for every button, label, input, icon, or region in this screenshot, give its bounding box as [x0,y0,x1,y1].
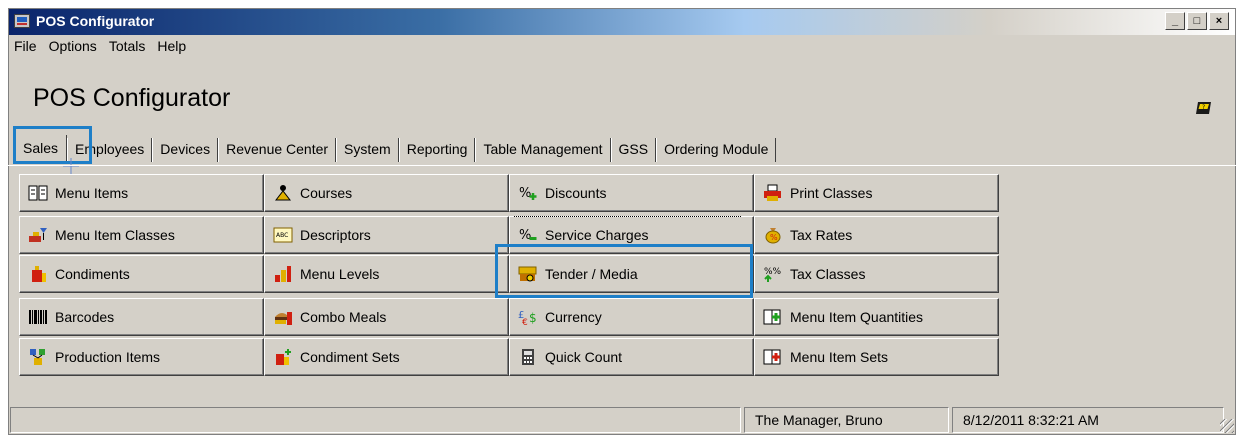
button-label: Combo Meals [300,309,387,325]
tax-classes-button[interactable]: %% Tax Classes [754,255,999,293]
title-bar[interactable]: POS Configurator _ □ × [9,9,1235,35]
tab-strip: Sales Employees Devices Revenue Center S… [14,134,777,162]
tax-classes-icon: %% [763,264,783,284]
menu-item-classes-button[interactable]: Menu Item Classes [19,216,264,254]
status-datetime: 8/12/2011 8:32:21 AM [952,407,1224,433]
svg-text:%%: %% [764,267,782,277]
tab-reporting[interactable]: Reporting [398,138,476,162]
abc-icon: ABC [273,225,293,245]
button-label: Menu Item Sets [790,349,889,365]
currency-icon: £ € $ [518,307,538,327]
condiment-sets-button[interactable]: Condiment Sets [264,338,509,376]
svg-text:%: % [770,233,778,242]
courses-icon [273,183,293,203]
button-label: Menu Item Quantities [790,309,924,325]
barcodes-button[interactable]: Barcodes [19,298,264,336]
calculator-icon [518,347,538,367]
button-label: Condiments [55,266,130,282]
svg-text:€: € [522,318,528,326]
status-bar: The Manager, Bruno 8/12/2011 8:32:21 AM [8,405,1236,435]
sales-tab-highlight [13,126,92,164]
print-classes-button[interactable]: Print Classes [754,174,999,212]
menu-items-button[interactable]: Menu Items [19,174,264,212]
menu-sets-icon [763,347,783,367]
tax-rates-button[interactable]: % Tax Rates [754,216,999,254]
svg-text:%: % [519,186,531,201]
button-label: Menu Items [55,185,129,201]
printer-icon [763,183,783,203]
window-title: POS Configurator [36,13,155,29]
menu-item-quantities-button[interactable]: Menu Item Quantities [754,298,999,336]
condiment-bottle-icon [28,264,48,284]
discounts-button[interactable]: % Discounts [509,174,754,212]
svg-text:$: $ [529,311,537,325]
button-label: Service Charges [545,227,649,243]
glass-blocks-icon [28,225,48,245]
menu-levels-button[interactable]: Menu Levels [264,255,509,293]
button-label: Menu Levels [300,266,380,282]
currency-button[interactable]: £ € $ Currency [509,298,754,336]
status-user: The Manager, Bruno [744,407,949,433]
svg-text:?: ? [1202,104,1205,111]
button-label: Courses [300,185,353,201]
barcode-icon [28,307,48,327]
menu-totals[interactable]: Totals [104,38,153,54]
button-label: Tax Rates [790,227,853,243]
tab-system[interactable]: System [336,138,399,162]
button-label: Condiment Sets [300,349,400,365]
menu-item-sets-button[interactable]: Menu Item Sets [754,338,999,376]
courses-button[interactable]: Courses [264,174,509,212]
resize-grip-icon[interactable] [1220,419,1234,433]
button-label: Quick Count [545,349,623,365]
levels-bars-icon [273,264,293,284]
page-title: POS Configurator [33,84,231,112]
descriptors-button[interactable]: ABC Descriptors [264,216,509,254]
percent-plus-icon: % [518,183,538,203]
button-label: Currency [545,309,602,325]
menu-book-icon [28,183,48,203]
status-panel-empty [10,407,741,433]
tab-gss[interactable]: GSS [610,138,657,162]
focus-indicator [514,216,741,218]
percent-minus-icon: % [518,225,538,245]
tender-media-highlight [495,244,753,298]
condiments-button[interactable]: Condiments [19,255,264,293]
combo-meals-button[interactable]: Combo Meals [264,298,509,336]
menu-quantities-icon [763,307,783,327]
quick-count-button[interactable]: Quick Count [509,338,754,376]
button-label: Menu Item Classes [55,227,175,243]
money-bag-icon: % [763,225,783,245]
button-label: Descriptors [300,227,371,243]
book-icon[interactable]: ? [1195,100,1213,116]
svg-text:ABC: ABC [276,232,288,239]
tab-revenue-center[interactable]: Revenue Center [218,138,337,162]
button-label: Print Classes [790,185,873,201]
button-label: Tax Classes [790,266,866,282]
menu-file[interactable]: File [9,38,44,54]
button-label: Production Items [55,349,161,365]
close-button[interactable]: × [1209,12,1229,30]
maximize-button[interactable]: □ [1187,12,1207,30]
button-label: Barcodes [55,309,115,325]
app-icon [14,14,30,28]
minimize-button[interactable]: _ [1165,12,1185,30]
condiment-set-icon [273,347,293,367]
production-chart-icon [28,347,48,367]
button-label: Discounts [545,185,607,201]
combo-meal-icon [273,307,293,327]
menu-bar: File Options Totals Help [9,35,1235,57]
svg-text:%: % [519,228,531,243]
tab-ordering-module[interactable]: Ordering Module [656,138,777,162]
production-items-button[interactable]: Production Items [19,338,264,376]
menu-options[interactable]: Options [44,38,104,54]
menu-help[interactable]: Help [152,38,193,54]
tab-table-management[interactable]: Table Management [475,138,611,162]
tab-devices[interactable]: Devices [152,138,219,162]
